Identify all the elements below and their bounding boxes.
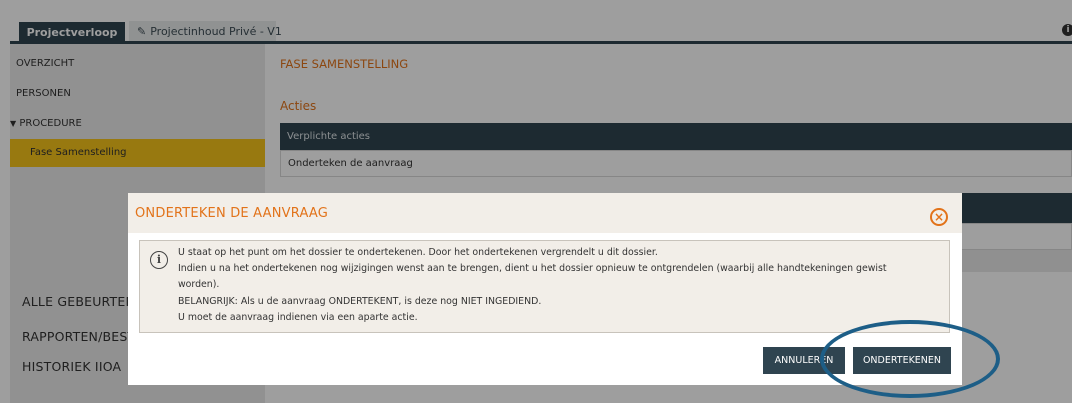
info-line-5: U moet de aanvraag indienen via een apar… (178, 312, 418, 323)
info-line-2: Indien u na het ondertekenen nog wijzigi… (178, 263, 887, 274)
dialog-title: ONDERTEKEN DE AANVRAAG (135, 206, 329, 221)
highlight-annotation-circle (820, 320, 1000, 398)
info-line-1: U staat op het punt om het dossier te on… (178, 247, 658, 258)
info-circle-icon: i (150, 251, 168, 269)
close-icon[interactable]: × (930, 208, 948, 226)
dialog-header: ONDERTEKEN DE AANVRAAG × (128, 193, 962, 233)
info-line-3: worden). (178, 279, 220, 290)
info-line-4: BELANGRIJK: Als u de aanvraag ONDERTEKEN… (178, 296, 542, 307)
info-message-box: i U staat op het punt om het dossier te … (139, 240, 950, 333)
